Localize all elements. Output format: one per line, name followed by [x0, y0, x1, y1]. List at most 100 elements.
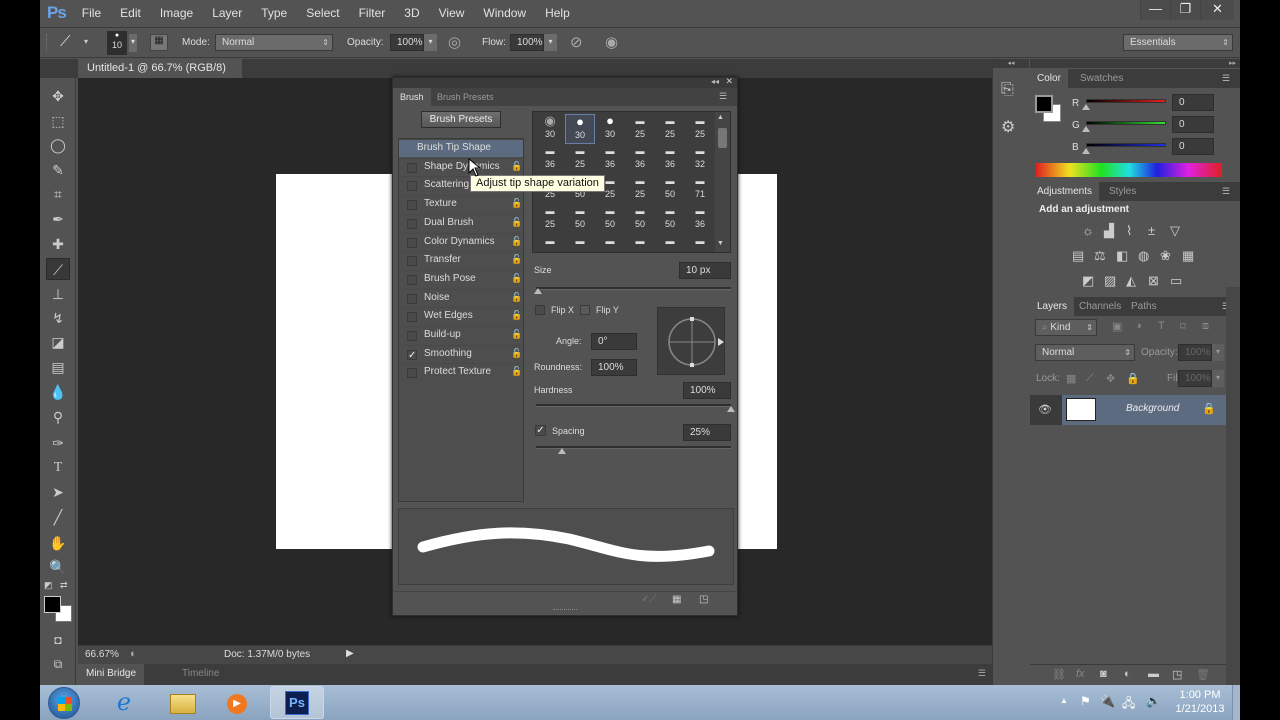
brush-tip[interactable]: ▬ 36 — [535, 144, 565, 174]
lock-icon[interactable]: 🔓 — [511, 329, 522, 340]
lock-all-icon[interactable]: 🔒 — [1126, 372, 1140, 385]
lock-icon[interactable]: 🔓 — [511, 273, 522, 284]
brush-tip[interactable]: ▬ 50 — [565, 204, 595, 234]
internet-explorer-icon[interactable]: ℯ — [104, 688, 144, 718]
channel-mixer-icon[interactable]: ❀ — [1160, 248, 1171, 264]
toggle-bristle-preview-icon[interactable]: ✓⟋ — [641, 594, 656, 605]
brush-tip[interactable]: ● 30 — [565, 114, 595, 144]
collapse-dock-icon[interactable]: ▸▸ — [1030, 59, 1240, 68]
brush-tip[interactable]: ▬ 36 — [685, 204, 715, 234]
screen-mode-icon[interactable]: ⧉ — [46, 653, 70, 675]
tab-layers[interactable]: Layers — [1030, 297, 1075, 316]
eraser-tool-icon[interactable]: ◪ — [46, 331, 70, 353]
filter-type-icon[interactable]: T — [1158, 320, 1165, 332]
taskbar-photoshop[interactable]: Ps — [270, 686, 324, 719]
fx-icon[interactable]: fx — [1076, 668, 1085, 680]
properties-panel-icon[interactable]: ⚙ — [1001, 117, 1015, 137]
invert-icon[interactable]: ◩ — [1082, 273, 1094, 289]
file-explorer-icon[interactable] — [162, 688, 202, 718]
size-input[interactable]: 10 px — [679, 262, 731, 279]
media-player-icon[interactable]: ▶ — [216, 688, 256, 718]
hand-tool-icon[interactable]: ✋ — [46, 532, 70, 554]
history-brush-tool-icon[interactable]: ↯ — [46, 307, 70, 329]
menu-image[interactable]: Image — [160, 6, 193, 20]
channel-slider[interactable] — [1086, 99, 1166, 103]
spacing-checkbox[interactable]: ✓ — [535, 425, 546, 436]
brush-tip[interactable]: ▬ 25 — [625, 114, 655, 144]
hardness-slider[interactable] — [536, 404, 731, 407]
dodge-tool-icon[interactable]: ⚲ — [46, 406, 70, 428]
brush-tip[interactable]: ▬ — [685, 234, 715, 252]
exposure-icon[interactable]: ± — [1148, 223, 1155, 238]
delete-layer-icon[interactable]: 🗑 — [1196, 668, 1210, 681]
menu-3d[interactable]: 3D — [404, 6, 419, 20]
size-slider-thumb[interactable] — [533, 288, 542, 294]
quick-mask-icon[interactable]: ◘ — [46, 629, 70, 651]
channel-slider[interactable] — [1086, 143, 1166, 147]
brush-tip[interactable]: ◉ 30 — [535, 114, 565, 144]
brush-tip[interactable]: ▬ 36 — [625, 144, 655, 174]
menu-type[interactable]: Type — [261, 6, 287, 20]
levels-icon[interactable]: ▟ — [1104, 223, 1114, 239]
menu-edit[interactable]: Edit — [120, 6, 141, 20]
new-adjustment-layer-icon[interactable]: ◐ — [1124, 668, 1131, 680]
brush-preset-picker[interactable]: ● 10 — [107, 31, 127, 55]
gradient-tool-icon[interactable]: ▤ — [46, 356, 70, 378]
tab-timeline[interactable]: Timeline — [182, 664, 219, 685]
brush-option-checkbox[interactable] — [407, 218, 417, 229]
brush-tip[interactable]: ▬ 71 — [685, 174, 715, 204]
brush-tip[interactable]: ▬ 25 — [655, 114, 685, 144]
brush-tip[interactable]: ▬ — [655, 234, 685, 252]
tab-swatches[interactable]: Swatches — [1073, 69, 1130, 88]
brush-tip[interactable]: ▬ 25 — [625, 174, 655, 204]
create-new-brush-icon[interactable]: ◳ — [699, 594, 708, 605]
fill-dropdown[interactable]: ▾ — [1212, 370, 1224, 387]
lock-icon[interactable]: 🔓 — [511, 348, 522, 359]
brush-option-checkbox[interactable] — [407, 256, 417, 267]
angle-input[interactable]: 0° — [591, 333, 637, 350]
system-clock[interactable]: 1:00 PM 1/21/2013 — [1170, 688, 1230, 716]
foreground-color-swatch[interactable] — [1035, 95, 1053, 113]
brush-tool-icon[interactable]: ⟋ — [46, 258, 70, 280]
size-slider[interactable] — [536, 287, 731, 290]
lock-icon[interactable]: 🔓 — [511, 198, 522, 209]
brush-option-checkbox[interactable] — [407, 237, 417, 248]
hardness-slider-thumb[interactable] — [727, 406, 735, 412]
brush-option-checkbox[interactable] — [407, 331, 417, 341]
marquee-tool-icon[interactable]: ⬚ — [46, 110, 70, 132]
brush-option-checkbox[interactable] — [407, 312, 417, 323]
brush-option-checkbox[interactable]: ✓ — [407, 349, 417, 360]
hardness-input[interactable]: 100% — [683, 382, 731, 399]
brush-picker-arrow[interactable]: ▾ — [129, 34, 137, 52]
brush-presets-button[interactable]: Brush Presets — [421, 111, 501, 128]
flip-y-checkbox[interactable] — [580, 305, 590, 315]
brush-option-build-up[interactable]: Build-up 🔓 — [399, 326, 523, 344]
lasso-tool-icon[interactable]: ◯ — [46, 134, 70, 156]
scroll-up-icon[interactable]: ▲ — [717, 114, 724, 121]
show-hidden-icons[interactable]: ▲ — [1060, 696, 1068, 705]
crop-tool-icon[interactable]: ⌗ — [46, 183, 70, 205]
color-balance-icon[interactable]: ⚖ — [1094, 248, 1106, 264]
brush-option-color-dynamics[interactable]: Color Dynamics 🔓 — [399, 232, 523, 251]
link-layers-icon[interactable]: ⛓ — [1052, 668, 1066, 681]
brush-option-brush-tip-shape[interactable]: Brush Tip Shape — [399, 139, 523, 157]
lock-pixels-icon[interactable]: ⟋ — [1086, 372, 1094, 385]
tab-mini-bridge[interactable]: Mini Bridge — [78, 664, 145, 685]
foreground-color-swatch[interactable] — [44, 596, 61, 613]
eyedropper-tool-icon[interactable]: ✒ — [46, 208, 70, 230]
layers-scrollbar[interactable] — [1226, 287, 1240, 685]
lock-icon[interactable]: 🔓 — [511, 217, 522, 228]
scroll-thumb[interactable] — [718, 128, 727, 148]
document-tab[interactable]: Untitled-1 @ 66.7% (RGB/8) × — [78, 59, 242, 93]
flow-input[interactable]: 100% — [510, 34, 544, 51]
menu-filter[interactable]: Filter — [359, 6, 386, 20]
resize-grip[interactable] — [553, 609, 577, 613]
menu-layer[interactable]: Layer — [212, 6, 242, 20]
brush-tip[interactable]: ▬ 25 — [565, 144, 595, 174]
channel-slider-thumb[interactable] — [1082, 148, 1090, 154]
brush-option-checkbox[interactable] — [407, 181, 417, 192]
brush-tip[interactable]: ▬ — [535, 234, 565, 252]
tab-styles[interactable]: Styles — [1102, 182, 1143, 201]
brush-tip[interactable]: ▬ — [625, 234, 655, 252]
panel-menu-icon[interactable]: ☰ — [1222, 73, 1234, 83]
